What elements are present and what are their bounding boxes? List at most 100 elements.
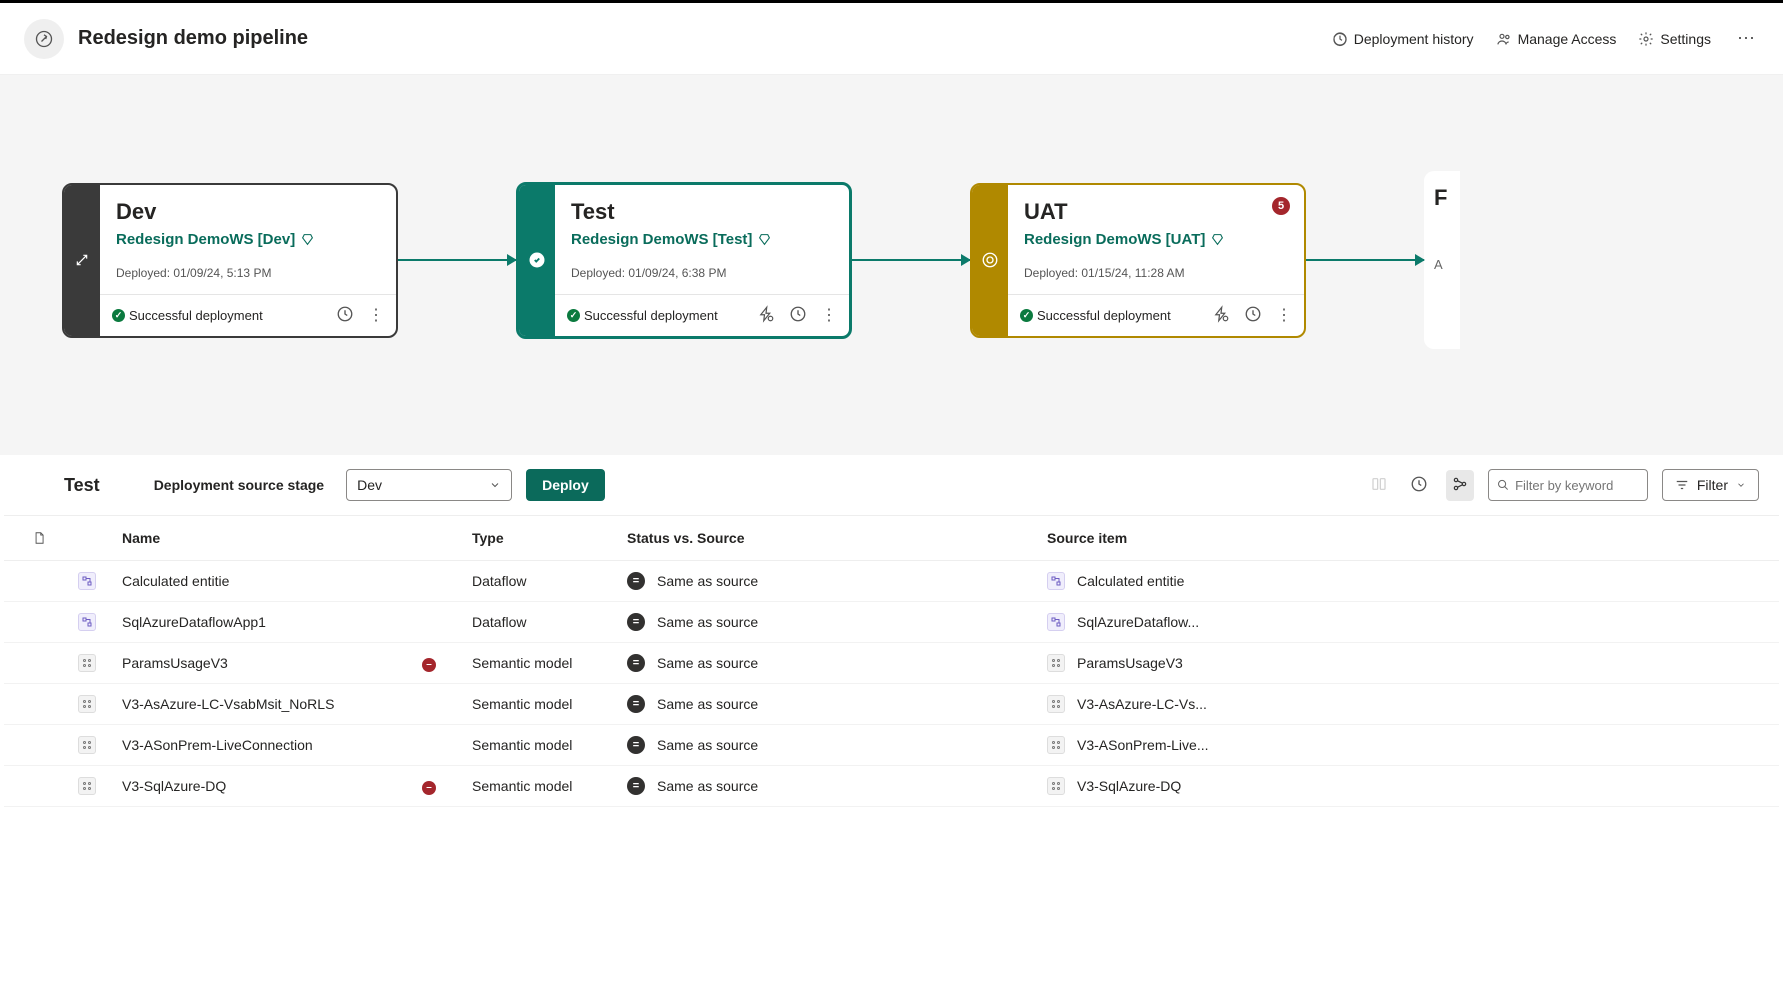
item-type-icon <box>1047 777 1065 795</box>
stage-uat-status: Successful deployment <box>1020 308 1206 323</box>
stage-uat-name: UAT <box>1024 199 1288 225</box>
success-icon <box>1020 309 1033 322</box>
item-type-icon <box>1047 613 1065 631</box>
filter-button[interactable]: Filter <box>1662 469 1759 501</box>
status-vs-source: Same as source <box>627 613 834 631</box>
source-item: SqlAzureDataflow... <box>1047 613 1775 631</box>
stage-dev-name: Dev <box>116 199 380 225</box>
status-vs-source: Same as source <box>627 572 834 590</box>
source-stage-dropdown[interactable]: Dev <box>346 469 512 501</box>
table-row[interactable]: V3-SqlAzure-DQSemantic modelSame as sour… <box>4 766 1779 807</box>
people-icon <box>1496 31 1512 47</box>
stage-test-rules-button[interactable] <box>757 305 775 326</box>
stage-card-test[interactable]: Test Redesign DemoWS [Test] Deployed: 01… <box>516 182 852 339</box>
same-as-source-icon <box>627 736 645 754</box>
compare-view-button[interactable] <box>1366 472 1392 499</box>
item-name: V3-SqlAzure-DQ <box>118 778 418 794</box>
stage-uat-deployed: Deployed: 01/15/24, 11:28 AM <box>1024 266 1288 280</box>
stage-test-history-button[interactable] <box>789 305 807 326</box>
table-header: Name Type Status vs. Source Source item <box>4 516 1779 561</box>
deployment-history-label: Deployment history <box>1354 31 1474 47</box>
premium-icon <box>301 233 314 246</box>
search-input[interactable] <box>1515 478 1639 493</box>
stage-dev-workspace-link[interactable]: Redesign DemoWS [Dev] <box>116 231 380 248</box>
same-as-source-icon <box>627 572 645 590</box>
item-type-icon <box>78 613 96 631</box>
item-type-icon <box>78 777 96 795</box>
document-icon <box>32 530 46 546</box>
stage-uat-more-button[interactable]: ⋮ <box>1276 305 1292 325</box>
source-item: Calculated entitie <box>1047 572 1775 590</box>
item-type-icon <box>1047 736 1065 754</box>
source-item: V3-AsAzure-LC-Vs... <box>1047 695 1775 713</box>
deploy-button[interactable]: Deploy <box>526 469 605 501</box>
item-name: ParamsUsageV3 <box>118 655 418 671</box>
item-type-icon <box>1047 695 1065 713</box>
same-as-source-icon <box>627 777 645 795</box>
success-icon <box>112 309 125 322</box>
item-type-icon <box>1047 654 1065 672</box>
source-item: V3-ASonPrem-Live... <box>1047 736 1775 754</box>
table-row[interactable]: Calculated entitie DataflowSame as source… <box>4 561 1779 602</box>
item-type-icon <box>1047 572 1065 590</box>
stage-card-uat[interactable]: 5 UAT Redesign DemoWS [UAT] Deployed: 01… <box>970 183 1306 338</box>
chevron-down-icon <box>1736 480 1746 490</box>
connector-arrow <box>398 259 516 261</box>
item-type: Dataflow <box>468 614 623 630</box>
pipeline-canvas: Dev Redesign DemoWS [Dev] Deployed: 01/0… <box>0 75 1783 455</box>
manage-access-button[interactable]: Manage Access <box>1496 31 1617 47</box>
item-type-icon <box>78 736 96 754</box>
alert-icon <box>422 781 436 795</box>
alert-icon <box>422 658 436 672</box>
stage-uat-history-button[interactable] <box>1244 305 1262 326</box>
stage-uat-rules-button[interactable] <box>1212 305 1230 326</box>
stage-card-dev[interactable]: Dev Redesign DemoWS [Dev] Deployed: 01/0… <box>62 183 398 338</box>
table-row[interactable]: V3-AsAzure-LC-VsabMsit_NoRLS Semantic mod… <box>4 684 1779 725</box>
stage-test-workspace-link[interactable]: Redesign DemoWS [Test] <box>571 231 833 248</box>
item-name: V3-AsAzure-LC-VsabMsit_NoRLS <box>118 696 418 712</box>
stage-dev-more-button[interactable]: ⋮ <box>368 305 384 325</box>
col-source[interactable]: Source item <box>1043 530 1779 546</box>
premium-icon <box>1211 233 1224 246</box>
status-vs-source: Same as source <box>627 654 834 672</box>
search-input-wrap[interactable] <box>1488 469 1648 501</box>
filter-icon <box>1675 478 1689 492</box>
stage-test-more-button[interactable]: ⋮ <box>821 305 837 325</box>
item-type: Semantic model <box>468 737 623 753</box>
item-type: Semantic model <box>468 696 623 712</box>
item-type: Semantic model <box>468 655 623 671</box>
deployment-history-button[interactable]: Deployment history <box>1332 31 1474 47</box>
settings-button[interactable]: Settings <box>1638 31 1711 47</box>
col-name[interactable]: Name <box>118 530 418 546</box>
source-stage-label: Deployment source stage <box>154 477 324 493</box>
lineage-button[interactable] <box>1446 470 1474 501</box>
manage-access-label: Manage Access <box>1518 31 1617 47</box>
stage-uat-workspace-link[interactable]: Redesign DemoWS [UAT] <box>1024 231 1288 248</box>
connector-arrow <box>852 259 970 261</box>
item-name: SqlAzureDataflowApp1 <box>118 614 418 630</box>
table-row[interactable]: V3-ASonPrem-LiveConnection Semantic model… <box>4 725 1779 766</box>
same-as-source-icon <box>627 654 645 672</box>
pipeline-icon <box>24 19 64 59</box>
source-item: V3-SqlAzure-DQ <box>1047 777 1775 795</box>
item-type-icon <box>78 695 96 713</box>
toolbar-history-button[interactable] <box>1406 471 1432 500</box>
search-icon <box>1497 478 1509 492</box>
table-row[interactable]: ParamsUsageV3 Semantic modelSame as sourc… <box>4 643 1779 684</box>
col-status[interactable]: Status vs. Source <box>623 530 838 546</box>
selected-stage-title: Test <box>64 475 100 496</box>
item-name: V3-ASonPrem-LiveConnection <box>118 737 418 753</box>
table-row[interactable]: SqlAzureDataflowApp1 DataflowSame as sour… <box>4 602 1779 643</box>
settings-label: Settings <box>1660 31 1711 47</box>
item-type: Dataflow <box>468 573 623 589</box>
item-type-icon <box>78 654 96 672</box>
stage-dev-history-button[interactable] <box>336 305 354 326</box>
history-icon <box>1332 31 1348 47</box>
source-stage-selected: Dev <box>357 477 382 493</box>
success-icon <box>567 309 580 322</box>
stage-card-next-partial[interactable]: F A <box>1424 171 1460 349</box>
col-type[interactable]: Type <box>468 530 623 546</box>
page-header: Redesign demo pipeline Deployment histor… <box>0 3 1783 75</box>
more-actions-button[interactable]: ⋯ <box>1733 24 1759 53</box>
same-as-source-icon <box>627 695 645 713</box>
